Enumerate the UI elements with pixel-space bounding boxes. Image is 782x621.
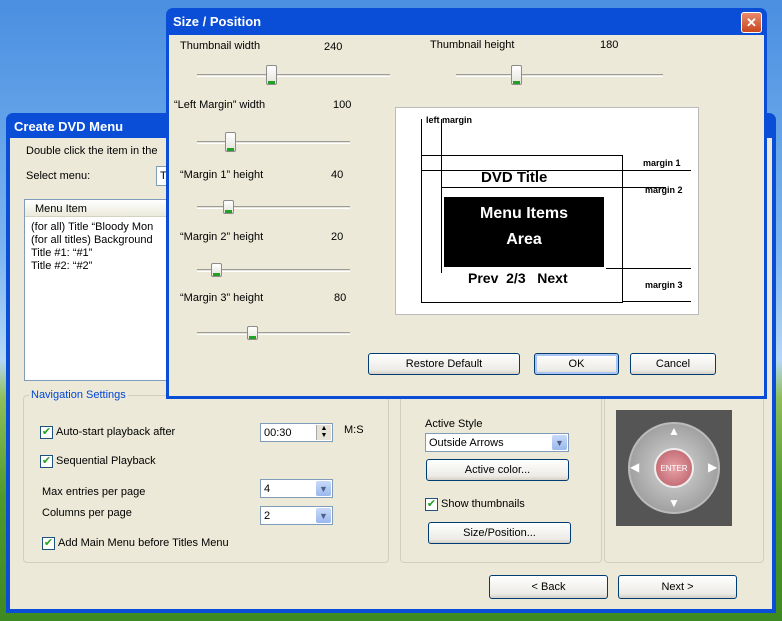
dialog-client: Thumbnail width 240 Thumbnail height 180… bbox=[169, 35, 764, 396]
cancel-button[interactable]: Cancel bbox=[630, 353, 716, 375]
columns-combo[interactable]: 2 ▼ bbox=[260, 506, 333, 525]
list-item[interactable]: Title #2: “#2” bbox=[31, 260, 92, 272]
active-style-label: Active Style bbox=[425, 418, 483, 430]
menu-item-list[interactable]: Menu Item (for all) Title “Bloody Mon (f… bbox=[24, 199, 170, 381]
restore-default-button[interactable]: Restore Default bbox=[368, 353, 520, 375]
menu-list-header[interactable]: Menu Item bbox=[25, 200, 169, 217]
chevron-down-icon[interactable]: ▼ bbox=[552, 435, 567, 450]
columns-value: 2 bbox=[264, 509, 271, 522]
margin3-preview-label: margin 3 bbox=[645, 280, 683, 290]
margin3-label: “Margin 3” height bbox=[180, 292, 264, 304]
margin3-thumb[interactable] bbox=[246, 326, 258, 340]
close-icon[interactable]: ✕ bbox=[741, 12, 762, 33]
chevron-down-icon[interactable]: ▼ bbox=[316, 508, 331, 523]
margin1-preview-label: margin 1 bbox=[643, 158, 681, 168]
size-position-dialog: Size / Position ✕ Thumbnail width 240 Th… bbox=[166, 8, 767, 399]
ok-button[interactable]: OK bbox=[534, 353, 619, 375]
autostart-checkbox[interactable]: ✔ bbox=[40, 426, 53, 439]
margin2-preview-label: margin 2 bbox=[645, 185, 683, 195]
margin1-label: “Margin 1” height bbox=[180, 169, 264, 181]
time-unit-label: M:S bbox=[344, 424, 364, 436]
menu-area-text: Area bbox=[506, 231, 542, 248]
show-thumbnails-label: Show thumbnails bbox=[441, 498, 525, 510]
thumbnail-height-slider[interactable] bbox=[456, 74, 663, 77]
margin3-bottom-line bbox=[622, 301, 691, 302]
margin1-thumb[interactable] bbox=[222, 200, 234, 214]
thumbnail-height-thumb[interactable] bbox=[510, 65, 522, 85]
active-style-combo[interactable]: Outside Arrows ▼ bbox=[425, 433, 569, 452]
list-item[interactable]: Title #1: “#1” bbox=[31, 247, 92, 259]
arrow-up-icon[interactable]: ▲ bbox=[668, 424, 680, 438]
max-entries-label: Max entries per page bbox=[42, 486, 146, 498]
spinner-arrows-icon[interactable]: ▲ ▼ bbox=[316, 425, 331, 440]
margin3-top-line bbox=[606, 268, 691, 269]
layout-preview: left margin margin 1 margin 2 margin 3 D… bbox=[395, 107, 699, 315]
thumbnail-height-label: Thumbnail height bbox=[430, 39, 515, 51]
next-button[interactable]: Next > bbox=[618, 575, 737, 599]
max-entries-value: 4 bbox=[264, 482, 271, 495]
thumbnail-width-slider[interactable] bbox=[197, 74, 390, 77]
list-item[interactable]: (for all titles) Background bbox=[31, 234, 153, 246]
remote-control-pad: ▲ ▼ ◀ ▶ ENTER bbox=[616, 410, 732, 526]
autostart-time-spinner[interactable]: 00:30 ▲ ▼ bbox=[260, 423, 333, 442]
select-menu-label: Select menu: bbox=[26, 170, 91, 182]
enter-button[interactable]: ENTER bbox=[654, 448, 694, 488]
margin1-line bbox=[421, 170, 691, 171]
chevron-down-icon[interactable]: ▼ bbox=[316, 481, 331, 496]
list-item[interactable]: (for all) Title “Bloody Mon bbox=[31, 221, 153, 233]
instruction-text: Double click the item in the bbox=[26, 145, 158, 157]
thumbnail-height-value: 180 bbox=[600, 39, 619, 51]
arrow-left-icon[interactable]: ◀ bbox=[630, 460, 639, 474]
sequential-label: Sequential Playback bbox=[56, 455, 156, 467]
margin2-line bbox=[441, 187, 666, 188]
nav-preview-text: Prev 2/3 Next bbox=[468, 270, 568, 286]
max-entries-combo[interactable]: 4 ▼ bbox=[260, 479, 333, 498]
columns-label: Columns per page bbox=[42, 507, 132, 519]
left-margin-thumb[interactable] bbox=[225, 132, 237, 152]
menu-items-text: Menu Items bbox=[479, 205, 568, 222]
size-position-button[interactable]: Size/Position... bbox=[428, 522, 571, 544]
autostart-label: Auto-start playback after bbox=[56, 426, 176, 438]
window-title: Create DVD Menu bbox=[14, 119, 124, 134]
back-button[interactable]: < Back bbox=[489, 575, 608, 599]
dvd-title-preview: DVD Title bbox=[481, 169, 548, 186]
add-main-menu-label: Add Main Menu before Titles Menu bbox=[58, 537, 229, 549]
left-margin-label: “Left Margin” width bbox=[174, 99, 266, 111]
arrow-right-icon[interactable]: ▶ bbox=[708, 460, 717, 474]
autostart-time-value: 00:30 bbox=[264, 426, 292, 439]
margin2-thumb[interactable] bbox=[211, 263, 223, 277]
margin2-value: 20 bbox=[331, 231, 344, 243]
sequential-checkbox[interactable]: ✔ bbox=[40, 455, 53, 468]
margin3-slider[interactable] bbox=[197, 332, 350, 335]
margin1-value: 40 bbox=[331, 169, 344, 181]
thumbnail-width-thumb[interactable] bbox=[266, 65, 278, 85]
navigation-settings-title: Navigation Settings bbox=[29, 389, 128, 401]
left-margin-slider[interactable] bbox=[197, 141, 350, 144]
margin3-value: 80 bbox=[334, 292, 347, 304]
arrow-down-icon[interactable]: ▼ bbox=[668, 496, 680, 510]
show-thumbnails-checkbox[interactable]: ✔ bbox=[425, 498, 438, 511]
thumbnail-width-value: 240 bbox=[324, 41, 343, 53]
menu-items-area: Menu Items Area bbox=[444, 197, 604, 267]
thumbnail-width-label: Thumbnail width bbox=[180, 40, 261, 52]
margin2-label: “Margin 2” height bbox=[180, 231, 264, 243]
active-color-button[interactable]: Active color... bbox=[426, 459, 569, 481]
add-main-menu-checkbox[interactable]: ✔ bbox=[42, 537, 55, 550]
left-margin-value: 100 bbox=[333, 99, 352, 111]
dialog-title: Size / Position bbox=[173, 14, 262, 29]
active-style-value: Outside Arrows bbox=[429, 436, 504, 449]
margin1-slider[interactable] bbox=[197, 206, 350, 209]
left-margin-preview-label: left margin bbox=[426, 115, 473, 125]
